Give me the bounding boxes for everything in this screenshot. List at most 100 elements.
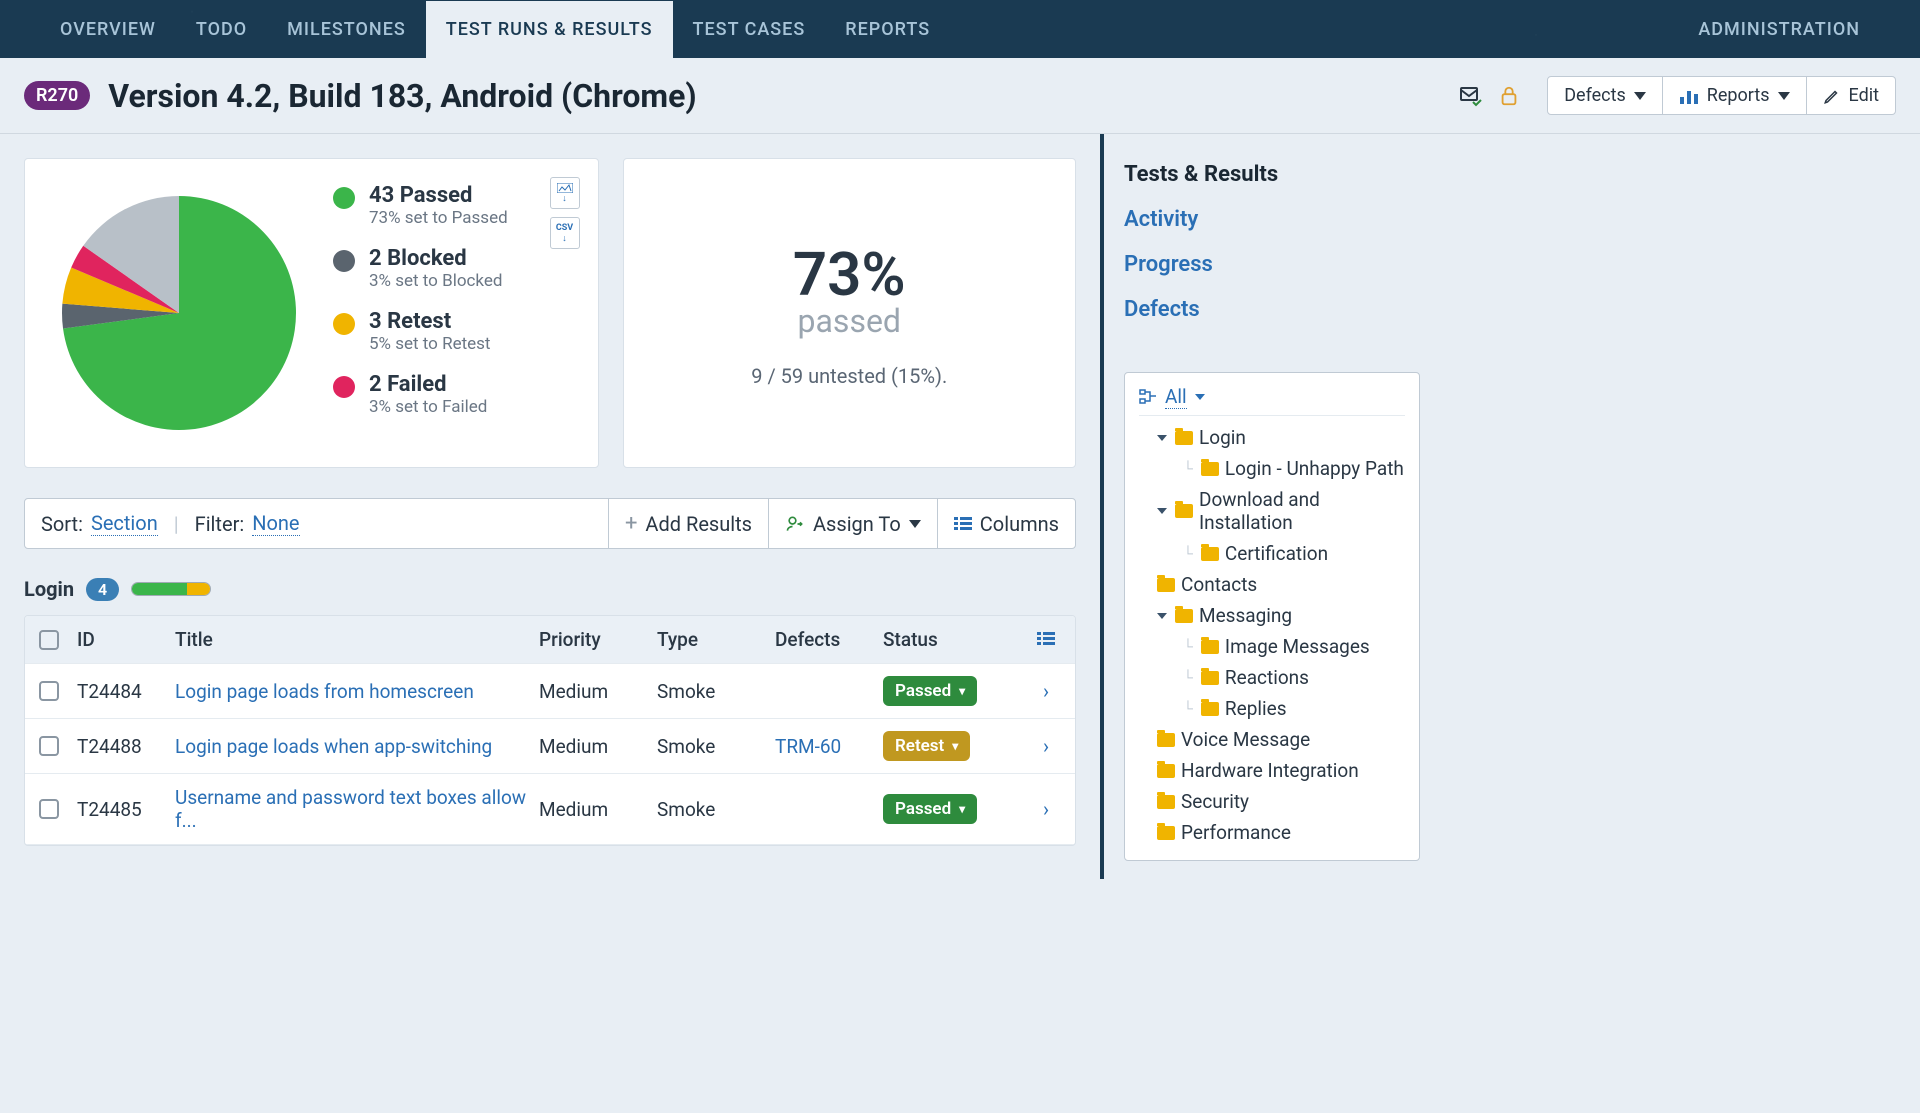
- sidebar-link-defects[interactable]: Defects: [1124, 287, 1420, 332]
- cell-id: T24485: [77, 798, 167, 821]
- export-image-button[interactable]: ↓: [550, 177, 580, 209]
- results-toolbar: Sort: Section | Filter: None + Add Resul…: [24, 498, 1076, 549]
- folder-icon: [1201, 547, 1219, 561]
- tree-node[interactable]: └Image Messages: [1139, 631, 1405, 662]
- col-priority[interactable]: Priority: [539, 628, 649, 651]
- defects-dropdown[interactable]: Defects: [1547, 76, 1663, 115]
- edit-button[interactable]: Edit: [1807, 76, 1896, 115]
- mail-check-icon[interactable]: [1459, 84, 1483, 108]
- caret-icon: [1157, 435, 1167, 441]
- folder-icon: [1157, 578, 1175, 592]
- legend-item: 43 Passed73% set to Passed: [333, 183, 574, 228]
- legend-item: 3 Retest5% set to Retest: [333, 309, 574, 354]
- status-dropdown[interactable]: Retest ▾: [883, 731, 970, 761]
- tree-node[interactable]: └Certification: [1139, 538, 1405, 569]
- sidebar-link-progress[interactable]: Progress: [1124, 242, 1420, 287]
- page-title: Version 4.2, Build 183, Android (Chrome): [108, 77, 1441, 115]
- sidebar-link-activity[interactable]: Activity: [1124, 197, 1420, 242]
- export-csv-button[interactable]: CSV↓: [550, 217, 580, 249]
- grid-header: ID Title Priority Type Defects Status: [25, 616, 1075, 664]
- row-open-icon[interactable]: ›: [1031, 734, 1061, 758]
- row-checkbox[interactable]: [39, 799, 59, 819]
- filter-link[interactable]: None: [252, 511, 299, 536]
- folder-icon: [1157, 764, 1175, 778]
- cell-id: T24488: [77, 735, 167, 758]
- cell-title[interactable]: Username and password text boxes allow f…: [175, 786, 531, 832]
- row-open-icon[interactable]: ›: [1031, 797, 1061, 821]
- caret-icon: [1157, 613, 1167, 619]
- add-results-button[interactable]: + Add Results: [608, 499, 768, 548]
- chevron-down-icon: [1778, 92, 1790, 100]
- col-id[interactable]: ID: [77, 628, 167, 651]
- cell-type: Smoke: [657, 735, 767, 758]
- grid-row: T24488 Login page loads when app-switchi…: [25, 719, 1075, 774]
- top-nav: OVERVIEW TODO MILESTONES TEST RUNS & RES…: [0, 0, 1920, 58]
- cell-defect[interactable]: TRM-60: [775, 735, 875, 758]
- col-defects[interactable]: Defects: [775, 628, 875, 651]
- tree-node[interactable]: └Reactions: [1139, 662, 1405, 693]
- status-dropdown[interactable]: Passed ▾: [883, 794, 977, 824]
- grid-settings-icon[interactable]: [1031, 628, 1061, 651]
- grid-row: T24485 Username and password text boxes …: [25, 774, 1075, 845]
- tree-node[interactable]: Contacts: [1139, 569, 1405, 600]
- tree-node[interactable]: Security: [1139, 786, 1405, 817]
- tree-node[interactable]: Performance: [1139, 817, 1405, 848]
- pass-label: passed: [798, 302, 901, 340]
- section-title: Login: [24, 577, 74, 601]
- folder-icon: [1157, 733, 1175, 747]
- col-type[interactable]: Type: [657, 628, 767, 651]
- tree-node[interactable]: Voice Message: [1139, 724, 1405, 755]
- col-title[interactable]: Title: [175, 628, 531, 651]
- tree-all-link[interactable]: All: [1165, 385, 1187, 409]
- folder-icon: [1175, 431, 1193, 445]
- pencil-icon: [1823, 87, 1841, 105]
- pass-rate-card: 73% passed 9 / 59 untested (15%).: [623, 158, 1076, 468]
- run-badge: R270: [24, 81, 90, 110]
- folder-icon: [1175, 609, 1193, 623]
- columns-icon: [954, 517, 972, 531]
- cell-title[interactable]: Login page loads when app-switching: [175, 735, 531, 758]
- nav-overview[interactable]: OVERVIEW: [40, 1, 176, 58]
- nav-testruns[interactable]: TEST RUNS & RESULTS: [426, 1, 673, 58]
- select-all-checkbox[interactable]: [39, 630, 59, 650]
- section-progress: [131, 582, 211, 596]
- nav-testcases[interactable]: TEST CASES: [673, 1, 826, 58]
- sidebar-link-tests-results[interactable]: Tests & Results: [1124, 152, 1420, 197]
- lock-icon[interactable]: [1497, 84, 1521, 108]
- folder-icon: [1157, 795, 1175, 809]
- tree-node[interactable]: └Replies: [1139, 693, 1405, 724]
- row-checkbox[interactable]: [39, 736, 59, 756]
- chevron-down-icon: [1634, 92, 1646, 100]
- tree-node[interactable]: Hardware Integration: [1139, 755, 1405, 786]
- nav-reports[interactable]: REPORTS: [825, 1, 950, 58]
- cell-priority: Medium: [539, 735, 649, 758]
- tree-node[interactable]: Download and Installation: [1139, 484, 1405, 538]
- row-open-icon[interactable]: ›: [1031, 679, 1061, 703]
- tree-panel: All Login└Login - Unhappy PathDownload a…: [1124, 372, 1420, 861]
- pass-pct: 73%: [793, 239, 906, 310]
- sort-link[interactable]: Section: [91, 511, 158, 536]
- tree-icon: [1139, 389, 1157, 405]
- cell-priority: Medium: [539, 680, 649, 703]
- chevron-down-icon: [909, 520, 921, 528]
- folder-icon: [1201, 462, 1219, 476]
- section-header: Login 4: [24, 577, 1076, 601]
- caret-icon: [1157, 508, 1167, 514]
- tree-node[interactable]: Messaging: [1139, 600, 1405, 631]
- cell-title[interactable]: Login page loads from homescreen: [175, 680, 531, 703]
- sort-filter-cell: Sort: Section | Filter: None: [25, 499, 608, 548]
- assign-to-dropdown[interactable]: Assign To: [768, 499, 937, 548]
- tree-node[interactable]: Login: [1139, 422, 1405, 453]
- results-grid: ID Title Priority Type Defects Status T2…: [24, 615, 1076, 846]
- header-buttons: Defects Reports Edit: [1547, 76, 1896, 115]
- folder-icon: [1175, 504, 1193, 518]
- nav-administration[interactable]: ADMINISTRATION: [1678, 1, 1880, 58]
- col-status[interactable]: Status: [883, 628, 1023, 651]
- columns-button[interactable]: Columns: [937, 499, 1075, 548]
- nav-todo[interactable]: TODO: [176, 1, 267, 58]
- row-checkbox[interactable]: [39, 681, 59, 701]
- tree-node[interactable]: └Login - Unhappy Path: [1139, 453, 1405, 484]
- status-dropdown[interactable]: Passed ▾: [883, 676, 977, 706]
- reports-dropdown[interactable]: Reports: [1663, 76, 1807, 115]
- nav-milestones[interactable]: MILESTONES: [267, 1, 426, 58]
